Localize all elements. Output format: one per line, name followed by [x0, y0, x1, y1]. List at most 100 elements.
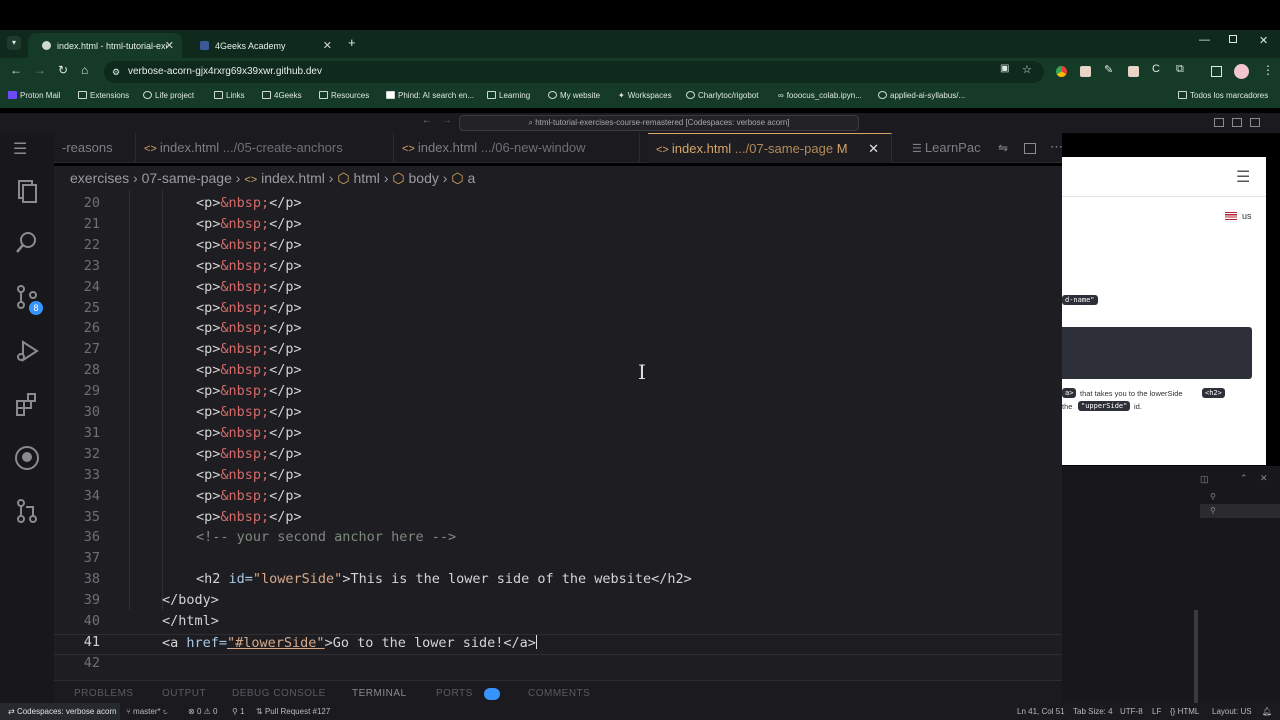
tab-terminal[interactable]: TERMINAL — [352, 688, 407, 699]
new-tab-icon[interactable]: + — [348, 35, 356, 50]
site-info-icon[interactable]: ⚙ — [112, 61, 120, 83]
ports-indicator[interactable]: ⚲ 1 — [232, 707, 245, 716]
forward-icon[interactable]: → — [34, 63, 46, 77]
bookmark-links[interactable]: Links — [214, 91, 245, 100]
bookmark-extensions[interactable]: Extensions — [78, 91, 129, 100]
breadcrumb-item[interactable]: a — [467, 170, 475, 186]
code-editor[interactable]: 20 <p>&nbsp;</p> 21 <p>&nbsp;</p> 22 <p>&nbsp… — [54, 190, 1062, 680]
end-of-line[interactable]: LF — [1152, 707, 1161, 716]
cursor-position[interactable]: Ln 41, Col 51 — [1017, 707, 1065, 716]
side-terminal-panel: ◫ ⌃ ✕ ⚲ ⚲ — [1062, 466, 1280, 703]
bookmark-4geeks[interactable]: 4Geeks — [262, 91, 302, 100]
tab-same-page[interactable]: <> index.html .../07-same-page M ✕ — [648, 133, 892, 163]
bookmark-workspaces[interactable]: ✦ Workspaces — [618, 91, 672, 100]
breadcrumb-item[interactable]: body — [409, 170, 439, 186]
run-debug-icon[interactable] — [13, 337, 41, 365]
browser-tab-label: 4Geeks Academy — [215, 40, 286, 51]
install-app-icon[interactable]: ▣ — [1000, 63, 1009, 74]
nav-forward-icon[interactable]: → — [442, 115, 452, 126]
close-tab-icon[interactable]: ✕ — [165, 39, 174, 52]
toggle-sidebar-icon[interactable] — [1214, 118, 1224, 127]
compare-icon[interactable]: ⇋ — [998, 141, 1008, 155]
toggle-panel-icon[interactable] — [1232, 118, 1242, 127]
pull-requests-icon[interactable] — [13, 497, 41, 525]
tab-output[interactable]: OUTPUT — [162, 688, 206, 699]
breadcrumb-item[interactable]: exercises — [70, 170, 129, 186]
tab-problems[interactable]: PROBLEMS — [74, 688, 134, 699]
bookmark-life-project[interactable]: Life project — [143, 91, 194, 100]
notifications-icon[interactable]: 🔔︎ — [1262, 707, 1272, 716]
search-icon[interactable] — [13, 229, 41, 257]
bookmark-rigobot[interactable]: Charlytoc/rigobot — [686, 91, 758, 100]
minimize-icon[interactable]: — — [1199, 34, 1210, 46]
extension-icon[interactable] — [1128, 66, 1139, 77]
bookmark-fooocus[interactable]: ∞ fooocus_colab.ipyn... — [778, 91, 862, 100]
extension-icon[interactable] — [1080, 66, 1091, 77]
language-label[interactable]: us — [1242, 211, 1252, 221]
bookmark-star-icon[interactable]: ☆ — [1022, 63, 1032, 76]
encoding[interactable]: UTF-8 — [1120, 707, 1143, 716]
keyboard-layout[interactable]: Layout: US — [1212, 707, 1252, 716]
menu-icon[interactable]: ⋮ — [1262, 63, 1274, 77]
close-window-icon[interactable]: ✕ — [1259, 34, 1268, 47]
browser-tab-index[interactable]: index.html - html-tutorial-exe ✕ — [28, 33, 182, 58]
tab-comments[interactable]: COMMENTS — [528, 688, 590, 699]
tab-new-window[interactable]: <> index.html .../06-new-window — [394, 133, 640, 163]
bookmark-my-website[interactable]: My website — [548, 91, 600, 100]
close-panel-icon[interactable]: ✕ — [1260, 473, 1268, 484]
language-mode[interactable]: {} HTML — [1170, 707, 1199, 716]
explorer-icon[interactable] — [13, 177, 41, 205]
github-icon[interactable] — [13, 444, 41, 472]
breadcrumb-item[interactable]: index.html — [261, 170, 325, 186]
tab-list-chevron-icon[interactable]: ▾ — [7, 36, 21, 50]
breadcrumb-item[interactable]: html — [353, 170, 379, 186]
tab-learnpack[interactable]: ☰ LearnPac — [904, 133, 994, 163]
terminal-list-item[interactable]: ⚲ — [1200, 504, 1280, 518]
bookmark-learning[interactable]: Learning — [487, 91, 530, 100]
breadcrumb-item[interactable]: 07-same-page — [142, 170, 232, 186]
remote-indicator[interactable]: ⇄ Codespaces: verbose acorn — [0, 703, 120, 720]
extension-icon[interactable] — [1056, 66, 1067, 77]
extensions-icon[interactable] — [13, 391, 41, 419]
code-line: <p>&nbsp;</p> — [196, 237, 302, 253]
menu-icon[interactable]: ☰ — [13, 139, 41, 167]
line-number: 34 — [83, 487, 100, 504]
bookmark-all[interactable]: Todos los marcadores — [1178, 91, 1268, 100]
pen-icon[interactable]: ✎ — [1104, 63, 1113, 76]
toggle-secondary-sidebar-icon[interactable] — [1250, 118, 1260, 127]
bookmark-phind[interactable]: Phind: AI search en... — [386, 91, 474, 100]
terminal-list-item[interactable]: ⚲ — [1200, 490, 1280, 504]
scrollbar[interactable] — [1194, 610, 1198, 703]
tab-size[interactable]: Tab Size: 4 — [1073, 707, 1113, 716]
more-actions-icon[interactable]: ⋯ — [1050, 139, 1063, 155]
extensions-puzzle-icon[interactable]: ⧉ — [1176, 63, 1184, 76]
problems-indicator[interactable]: ⊗ 0 ⚠ 0 — [188, 707, 217, 716]
extension-icon[interactable]: C — [1152, 63, 1160, 75]
back-icon[interactable]: ← — [10, 63, 22, 77]
code-line: <!-- your second anchor here --> — [196, 529, 456, 545]
close-tab-icon[interactable]: ✕ — [323, 39, 332, 52]
sidebar-icon[interactable] — [1211, 66, 1222, 77]
home-icon[interactable]: ⌂ — [81, 63, 88, 77]
tab-debug-console[interactable]: DEBUG CONSOLE — [232, 688, 326, 699]
branch-indicator[interactable]: ⑂ master* ↻ — [126, 707, 168, 716]
close-tab-icon[interactable]: ✕ — [868, 134, 879, 164]
pull-request-indicator[interactable]: ⇅ Pull Request #127 — [256, 707, 330, 716]
browser-tab-4geeks[interactable]: 4Geeks Academy ✕ — [186, 33, 340, 58]
command-center[interactable]: ⌕ html-tutorial-exercises-course-remaste… — [459, 115, 859, 131]
avatar[interactable] — [1234, 64, 1249, 79]
hamburger-menu-icon[interactable]: ☰ — [1236, 167, 1250, 187]
split-icon[interactable]: ◫ — [1200, 474, 1209, 485]
bookmark-resources[interactable]: Resources — [319, 91, 369, 100]
reload-icon[interactable]: ↻ — [58, 63, 68, 77]
tab-ports[interactable]: PORTS — [436, 688, 473, 699]
maximize-icon[interactable] — [1229, 35, 1237, 43]
maximize-panel-icon[interactable]: ⌃ — [1240, 473, 1248, 484]
split-editor-icon[interactable] — [1024, 143, 1036, 154]
url-field[interactable]: ⚙ verbose-acorn-gjx4rxrg69x39xwr.github.… — [104, 61, 1044, 83]
bookmark-proton-mail[interactable]: Proton Mail — [8, 91, 60, 100]
tab-reasons[interactable]: -reasons — [54, 133, 136, 163]
bookmark-applied-ai[interactable]: applied-ai-syllabus/... — [878, 91, 965, 100]
tab-create-anchors[interactable]: <> index.html .../05-create-anchors — [136, 133, 394, 163]
nav-back-icon[interactable]: ← — [422, 115, 432, 126]
